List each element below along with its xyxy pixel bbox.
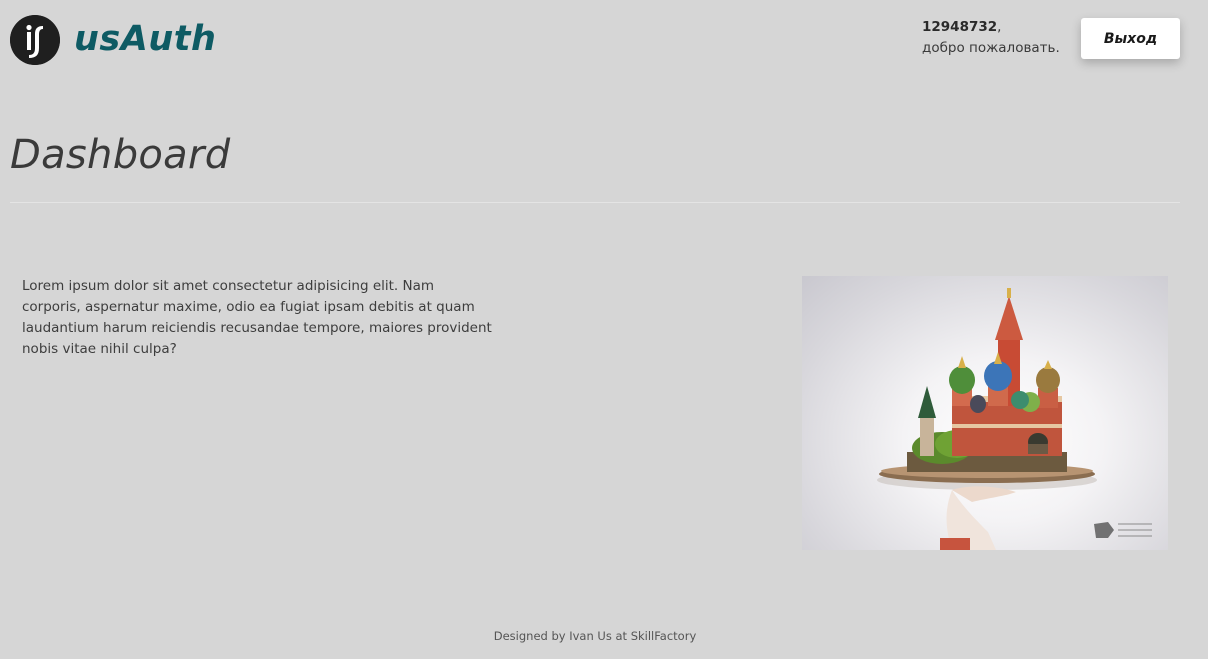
body-paragraph: Lorem ipsum dolor sit amet consectetur a… — [22, 278, 492, 357]
kremlin-image — [802, 276, 1168, 550]
header: usAuth 12948732, доб­ро пожаловать. Выхо… — [0, 0, 1208, 80]
title-divider — [10, 202, 1180, 203]
logo-icon[interactable] — [10, 15, 60, 65]
greeting-text: доб­ро пожаловать. — [922, 40, 1060, 56]
logout-button[interactable]: Выход — [1081, 18, 1180, 59]
brand-name[interactable]: usAuth — [74, 16, 216, 62]
footer-credit: Designed by Ivan Us at SkillFactory — [493, 629, 697, 643]
user-id: 12948732 — [922, 19, 998, 35]
user-greeting: 12948732, доб­ро пожаловать. — [922, 17, 1072, 59]
greeting-comma: , — [997, 19, 1002, 35]
page-title: Dashboard — [10, 132, 231, 178]
